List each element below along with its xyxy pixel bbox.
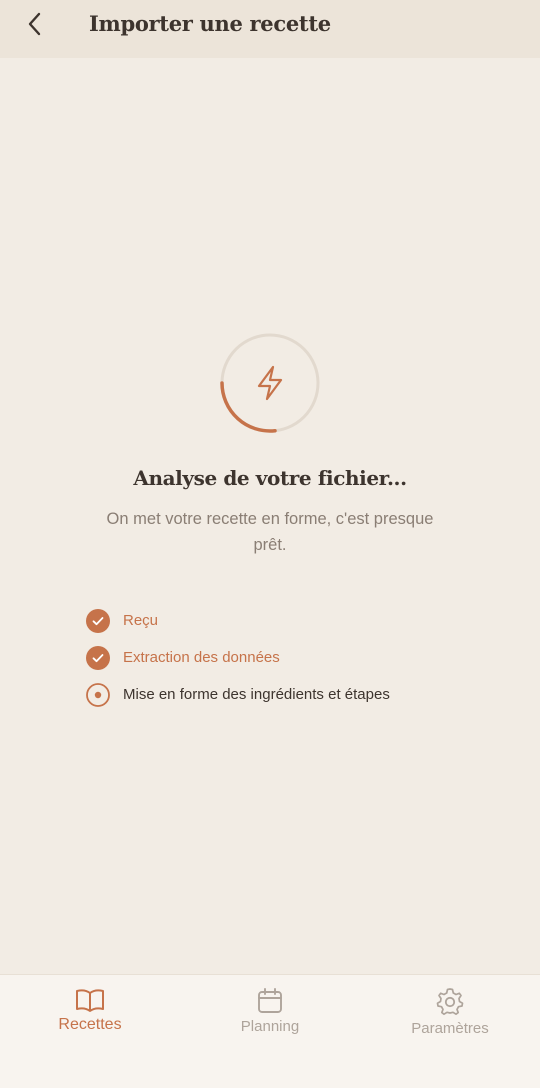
step-label: Extraction des données xyxy=(123,649,280,666)
status-title: Analyse de votre fichier... xyxy=(133,466,407,490)
check-circle-icon xyxy=(86,645,110,670)
page-title: Importer une recette xyxy=(89,11,331,36)
step-item: Reçu xyxy=(86,602,390,639)
step-label: Reçu xyxy=(123,612,159,629)
progress-steps: Reçu Extraction des données Mise en form… xyxy=(86,602,390,713)
book-icon xyxy=(76,989,104,1012)
calendar-icon xyxy=(258,988,282,1013)
status-subtitle: On met votre recette en forme, c'est pre… xyxy=(106,510,434,554)
step-item: Extraction des données xyxy=(86,639,390,676)
bottom-tab-bar: Recettes Planning Paramètres xyxy=(0,974,540,1088)
back-button[interactable] xyxy=(20,9,50,39)
tab-planning[interactable]: Planning xyxy=(180,975,360,1055)
step-item: Mise en forme des ingrédients et étapes xyxy=(86,676,390,713)
step-label: Mise en forme des ingrédients et étapes xyxy=(123,686,390,703)
tab-label: Planning xyxy=(240,1018,300,1035)
tab-recettes[interactable]: Recettes xyxy=(0,975,180,1055)
top-app-bar: Importer une recette xyxy=(0,0,540,58)
lightning-icon xyxy=(257,365,283,401)
gear-icon xyxy=(436,988,464,1016)
tab-label: Paramètres xyxy=(411,1020,489,1037)
tab-label: Recettes xyxy=(58,1016,122,1033)
check-circle-icon xyxy=(86,608,110,633)
progress-spinner xyxy=(219,332,321,434)
chevron-left-icon xyxy=(28,12,41,36)
in-progress-dot-icon xyxy=(86,682,110,707)
tab-parametres[interactable]: Paramètres xyxy=(360,975,540,1055)
